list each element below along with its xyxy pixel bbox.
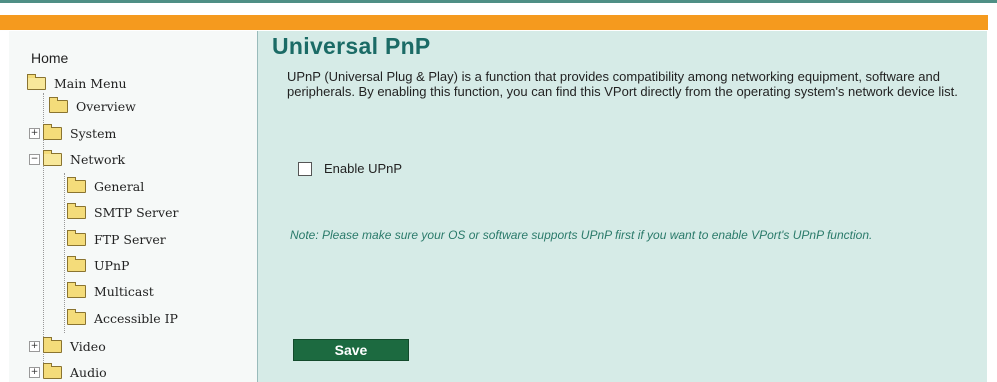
- folder-icon: [67, 281, 86, 298]
- top-spacer: [0, 3, 997, 15]
- sidebar-item-system[interactable]: + System: [29, 122, 116, 144]
- sidebar-item-label: Audio: [70, 364, 107, 380]
- plus-expander-icon[interactable]: +: [29, 366, 40, 378]
- sidebar-item-main-menu[interactable]: Main Menu: [27, 72, 127, 94]
- sidebar-item-label: Video: [70, 338, 106, 354]
- sidebar-item-general[interactable]: General: [67, 175, 144, 197]
- enable-upnp-label[interactable]: Enable UPnP: [324, 161, 402, 176]
- folder-icon: [43, 123, 62, 140]
- sidebar-item-label: Accessible IP: [94, 310, 178, 326]
- folder-open-icon: [43, 149, 62, 166]
- plus-expander-icon[interactable]: +: [29, 127, 40, 139]
- sidebar-item-multicast[interactable]: Multicast: [67, 280, 154, 302]
- sidebar-item-smtp-server[interactable]: SMTP Server: [67, 201, 178, 223]
- sidebar-item-label: System: [70, 125, 117, 141]
- plus-expander-icon[interactable]: +: [29, 340, 40, 352]
- page-title: Universal PnP: [272, 33, 431, 59]
- folder-icon: [67, 176, 86, 193]
- sidebar-item-label: UPnP: [94, 257, 130, 273]
- sidebar-item-overview[interactable]: Overview: [49, 95, 136, 117]
- sidebar-item-label: Multicast: [94, 283, 154, 299]
- enable-upnp-checkbox[interactable]: [298, 161, 312, 176]
- sidebar-item-label: General: [94, 178, 145, 194]
- sidebar-item-video[interactable]: + Video: [29, 335, 106, 357]
- sidebar-item-ftp-server[interactable]: FTP Server: [67, 228, 166, 250]
- folder-icon: [67, 255, 86, 272]
- sidebar-item-network[interactable]: − Network: [29, 148, 125, 170]
- folder-icon: [49, 96, 68, 113]
- sidebar-item-label: FTP Server: [94, 231, 166, 247]
- page-description: UPnP (Universal Plug & Play) is a functi…: [287, 69, 958, 99]
- folder-icon: [43, 362, 62, 379]
- save-button[interactable]: Save: [293, 339, 409, 361]
- enable-upnp-row[interactable]: Enable UPnP: [298, 161, 402, 176]
- sidebar-tree: Home Main Menu Overview + System − Netwo…: [9, 31, 258, 382]
- sidebar-item-label: Overview: [76, 98, 136, 114]
- folder-icon: [67, 308, 86, 325]
- note-text: Note: Please make sure your OS or softwa…: [290, 228, 873, 242]
- sidebar-item-label: SMTP Server: [94, 204, 179, 220]
- minus-expander-icon[interactable]: −: [29, 153, 40, 165]
- tree-line: [64, 173, 65, 333]
- folder-icon: [43, 336, 62, 353]
- sidebar-item-upnp[interactable]: UPnP: [67, 254, 129, 276]
- folder-icon: [67, 229, 86, 246]
- sidebar-item-accessible-ip[interactable]: Accessible IP: [67, 307, 178, 329]
- sidebar-item-label: Main Menu: [54, 75, 127, 91]
- orange-header-bar: [0, 15, 988, 30]
- sidebar-item-audio[interactable]: + Audio: [29, 361, 107, 382]
- folder-open-icon: [27, 73, 46, 90]
- sidebar-item-label: Network: [70, 151, 126, 167]
- folder-icon: [67, 202, 86, 219]
- sidebar-home-link[interactable]: Home: [31, 50, 68, 66]
